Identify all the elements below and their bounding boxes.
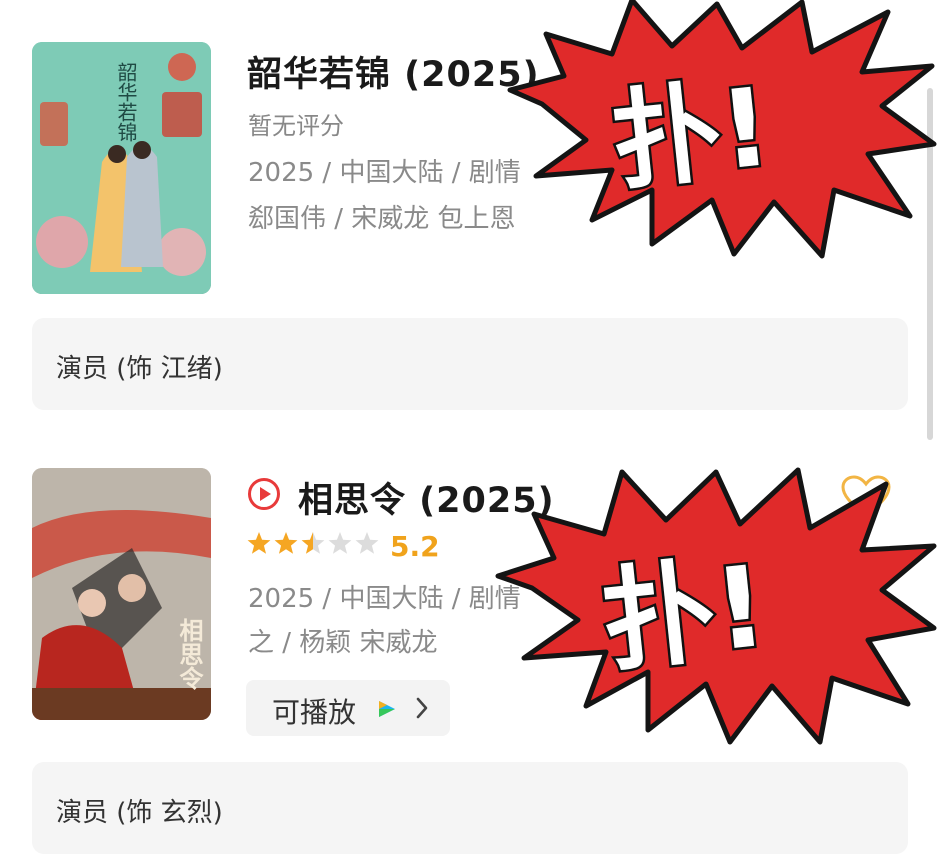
- poster-1[interactable]: 韶华若锦: [32, 42, 211, 294]
- rating-stars-2: [246, 531, 380, 564]
- meta-line-1a: 2025 / 中国大陆 / 剧情: [248, 158, 521, 188]
- chevron-right-icon: [414, 696, 430, 724]
- role-text-2: 演员 (饰 玄烈): [56, 798, 223, 828]
- star-icon: [301, 532, 325, 554]
- play-button[interactable]: 可播放: [246, 680, 450, 736]
- burst-text-2: 扑!: [594, 539, 775, 690]
- burst-sticker-1: 扑!: [502, 0, 940, 266]
- star-icon: [247, 532, 271, 554]
- burst-sticker-2: 扑!: [494, 458, 940, 752]
- role-card-1[interactable]: 演员 (饰 江绪): [32, 318, 908, 410]
- star-icon: [355, 532, 379, 554]
- poster-2-title: 相思令: [175, 618, 204, 690]
- play-button-label: 可播放: [272, 696, 357, 729]
- star-icon: [328, 532, 352, 554]
- drama-title-1[interactable]: 韶华若锦 (2025): [247, 46, 540, 97]
- meta-line-2b: 之 / 杨颖 宋威龙: [248, 628, 438, 658]
- meta-line-1b: 郄国伟 / 宋威龙 包上恩: [248, 204, 516, 234]
- star-icon: [274, 532, 298, 554]
- role-text-1: 演员 (饰 江绪): [56, 354, 223, 384]
- poster-2[interactable]: 相思令: [32, 468, 211, 720]
- role-card-2[interactable]: 演员 (饰 玄烈): [32, 762, 908, 854]
- video-app-icon: [376, 698, 398, 724]
- burst-text-1: 扑!: [604, 63, 778, 209]
- rating-value-2: 5.2: [390, 530, 440, 563]
- play-circle-icon: [247, 477, 281, 515]
- poster-1-title: 韶华若锦: [114, 62, 138, 142]
- rating-text-1: 暂无评分: [248, 112, 344, 140]
- meta-line-2a: 2025 / 中国大陆 / 剧情: [248, 584, 521, 614]
